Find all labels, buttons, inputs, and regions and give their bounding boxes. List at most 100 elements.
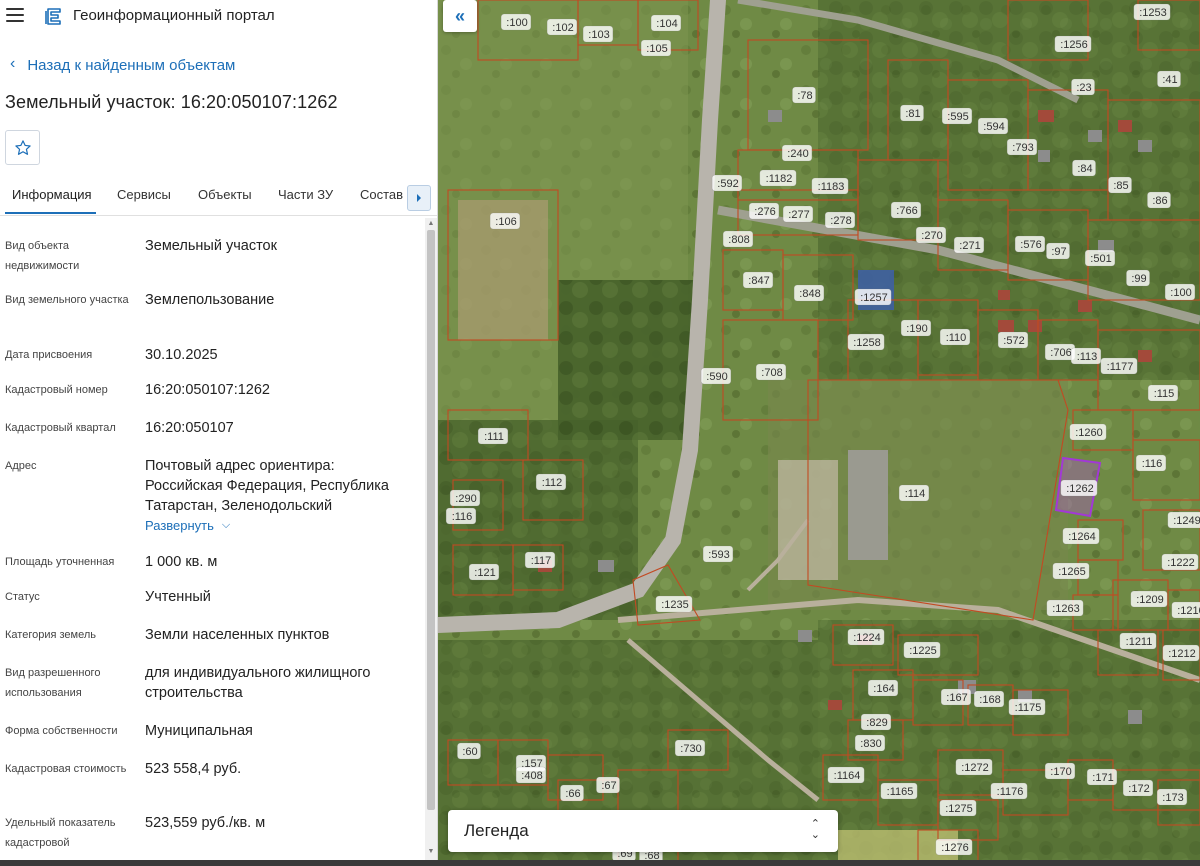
parcel-label[interactable]: :1256 — [1054, 35, 1092, 53]
parcel-label[interactable]: :1212 — [1162, 644, 1200, 662]
tab-parts[interactable]: Части ЗУ — [278, 187, 333, 202]
parcel-label[interactable]: :116 — [1135, 454, 1167, 472]
parcel-label[interactable]: :106 — [489, 212, 521, 230]
parcel-label[interactable]: :1183 — [811, 177, 849, 195]
parcel-label[interactable]: :706 — [1044, 343, 1076, 361]
selected-parcel-label[interactable]: :1262 — [1060, 479, 1098, 497]
panel-scrollbar-thumb[interactable] — [427, 230, 435, 810]
parcel-label[interactable]: :590 — [700, 367, 732, 385]
parcel-label[interactable]: :78 — [792, 86, 816, 104]
menu-icon[interactable] — [6, 8, 24, 24]
tab-composition[interactable]: Состав — [360, 187, 403, 202]
scroll-up-arrow-icon[interactable]: ▲ — [427, 220, 435, 228]
parcel-label[interactable]: :97 — [1046, 242, 1070, 260]
parcel-label[interactable]: :572 — [997, 331, 1029, 349]
parcel-label[interactable]: :1182 — [759, 169, 797, 187]
parcel-label[interactable]: :104 — [650, 14, 682, 32]
parcel-label[interactable]: :1224 — [847, 628, 885, 646]
tab-info[interactable]: Информация — [12, 187, 92, 202]
parcel-label[interactable]: :277 — [782, 205, 814, 223]
parcel-label[interactable]: :1222 — [1161, 553, 1199, 571]
parcel-label[interactable]: :1260 — [1069, 423, 1107, 441]
parcel-label[interactable]: :290 — [449, 489, 481, 507]
tab-objects[interactable]: Объекты — [198, 187, 252, 202]
parcel-label[interactable]: :1175 — [1008, 698, 1046, 716]
parcel-label[interactable]: :501 — [1084, 249, 1116, 267]
parcel-label[interactable]: :848 — [793, 284, 825, 302]
parcel-label[interactable]: :808 — [722, 230, 754, 248]
parcel-label[interactable]: :116 — [445, 507, 477, 525]
parcel-label[interactable]: :1257 — [854, 288, 892, 306]
parcel-label[interactable]: :592 — [711, 174, 743, 192]
parcel-label[interactable]: :408 — [515, 766, 547, 784]
parcel-label[interactable]: :830 — [854, 734, 886, 752]
legend-panel[interactable]: Легенда ⌃ ⌄ — [448, 810, 838, 852]
parcel-label[interactable]: :103 — [582, 25, 614, 43]
parcel-label[interactable]: :23 — [1071, 78, 1095, 96]
parcel-label[interactable]: :1272 — [955, 758, 993, 776]
parcel-label[interactable]: :67 — [596, 776, 620, 794]
parcel-label[interactable]: :167 — [940, 688, 972, 706]
parcel-label[interactable]: :168 — [973, 690, 1005, 708]
parcel-label[interactable]: :276 — [748, 202, 780, 220]
parcel-label[interactable]: :1164 — [827, 766, 865, 784]
parcel-label[interactable]: :173 — [1156, 788, 1188, 806]
parcel-label[interactable]: :1249 — [1167, 511, 1200, 529]
parcel-label[interactable]: :708 — [755, 363, 787, 381]
parcel-label[interactable]: :164 — [867, 679, 899, 697]
parcel-label[interactable]: :1177 — [1100, 357, 1138, 375]
parcel-label[interactable]: :1263 — [1046, 599, 1084, 617]
parcel-label[interactable]: :1210 — [1171, 601, 1200, 619]
favorite-button[interactable] — [5, 130, 40, 165]
parcel-label[interactable]: :170 — [1044, 762, 1076, 780]
parcel-label[interactable]: :111 — [477, 427, 509, 445]
parcel-label[interactable]: :121 — [468, 563, 500, 581]
parcel-label[interactable]: :81 — [900, 104, 924, 122]
parcel-label[interactable]: :1258 — [847, 333, 885, 351]
parcel-label[interactable]: :1265 — [1052, 562, 1090, 580]
parcel-label[interactable]: :271 — [953, 236, 985, 254]
parcel-label[interactable]: :102 — [546, 18, 578, 36]
parcel-label[interactable]: :1264 — [1062, 527, 1100, 545]
parcel-label[interactable]: :99 — [1126, 269, 1150, 287]
parcel-label[interactable]: :593 — [702, 545, 734, 563]
parcel-label[interactable]: :114 — [898, 484, 930, 502]
parcel-label[interactable]: :1253 — [1133, 3, 1171, 21]
parcel-label[interactable]: :86 — [1147, 191, 1171, 209]
parcel-label[interactable]: :1235 — [655, 595, 693, 613]
parcel-label[interactable]: :1176 — [990, 782, 1028, 800]
expand-address-link[interactable]: Развернуть ⌵ — [145, 518, 230, 533]
parcel-label[interactable]: :793 — [1006, 138, 1038, 156]
parcel-label[interactable]: :1276 — [935, 838, 973, 856]
parcel-label[interactable]: :595 — [941, 107, 973, 125]
scroll-down-arrow-icon[interactable]: ▼ — [427, 848, 435, 856]
parcel-label[interactable]: :190 — [900, 319, 932, 337]
parcel-label[interactable]: :171 — [1086, 768, 1118, 786]
parcel-label[interactable]: :240 — [781, 144, 813, 162]
parcel-label[interactable]: :115 — [1147, 384, 1179, 402]
parcel-label[interactable]: :117 — [524, 551, 556, 569]
parcel-label[interactable]: :829 — [860, 713, 892, 731]
parcel-label[interactable]: :270 — [915, 226, 947, 244]
parcel-label[interactable]: :847 — [742, 271, 774, 289]
parcel-label[interactable]: :113 — [1070, 347, 1102, 365]
parcel-label[interactable]: :41 — [1157, 70, 1181, 88]
parcel-label[interactable]: :1275 — [939, 799, 977, 817]
parcel-label[interactable]: :105 — [640, 39, 672, 57]
parcel-label[interactable]: :66 — [560, 784, 584, 802]
parcel-label[interactable]: :730 — [674, 739, 706, 757]
parcel-label[interactable]: :278 — [824, 211, 856, 229]
parcel-label[interactable]: :1165 — [880, 782, 918, 800]
parcel-label[interactable]: :594 — [977, 117, 1009, 135]
parcel-label[interactable]: :100 — [500, 13, 532, 31]
parcel-label[interactable]: :766 — [890, 201, 922, 219]
map-view[interactable]: :100 :102:103 :104 :105 :1253 :1256 :41 :78 :81:… — [438, 0, 1200, 866]
parcel-label[interactable]: :1209 — [1130, 590, 1168, 608]
satellite-map[interactable]: :100 :102:103 :104 :105 :1253 :1256 :41 :78 :81:… — [438, 0, 1200, 866]
parcel-label[interactable]: :110 — [939, 328, 971, 346]
parcel-label[interactable]: :1211 — [1119, 632, 1157, 650]
parcel-label[interactable]: :85 — [1108, 176, 1132, 194]
parcel-label[interactable]: :172 — [1122, 779, 1154, 797]
parcel-label[interactable]: :1225 — [903, 641, 941, 659]
tab-services[interactable]: Сервисы — [117, 187, 171, 202]
